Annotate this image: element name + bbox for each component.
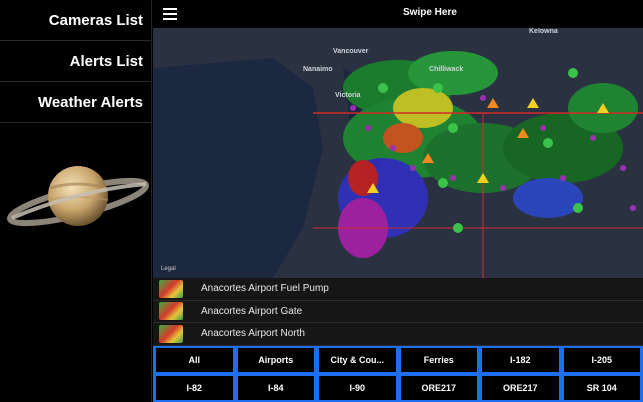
city-label-nanaimo: Nanaimo <box>303 66 333 73</box>
filter-i84-button[interactable]: I-84 <box>237 376 314 400</box>
filter-sr104-button[interactable]: SR 104 <box>563 376 640 400</box>
camera-thumbnail <box>159 279 183 298</box>
filter-ferries-button[interactable]: Ferries <box>400 348 477 372</box>
filter-city-county-button[interactable]: City & Cou... <box>319 348 396 372</box>
filter-i182-button[interactable]: I-182 <box>482 348 559 372</box>
list-item[interactable]: Anacortes Airport Gate <box>153 301 643 323</box>
map-view[interactable]: Vancouver Kelowna Nanaimo Chilliwack Vic… <box>153 28 643 278</box>
camera-name: Anacortes Airport North <box>201 328 305 340</box>
camera-name: Anacortes Airport Fuel Pump <box>201 283 329 295</box>
city-label-victoria: Victoria <box>335 92 361 99</box>
camera-name: Anacortes Airport Gate <box>201 305 303 317</box>
city-label-chilliwack: Chilliwack <box>429 66 464 73</box>
sidebar-item-cameras-list[interactable]: Cameras List <box>0 0 151 41</box>
camera-thumbnail <box>159 302 183 321</box>
saturn-logo <box>7 166 149 227</box>
list-item[interactable]: Anacortes Airport Fuel Pump <box>153 278 643 301</box>
filter-ore217-button[interactable]: ORE217 <box>400 376 477 400</box>
sidebar-item-weather-alerts[interactable]: Weather Alerts <box>0 82 151 123</box>
filter-airports-button[interactable]: Airports <box>237 348 314 372</box>
camera-thumbnail <box>159 324 183 343</box>
filter-ore217-button-2[interactable]: ORE217 <box>482 376 559 400</box>
filter-i82-button[interactable]: I-82 <box>156 376 233 400</box>
filter-bar: All Airports City & Cou... Ferries I-182… <box>153 346 643 402</box>
sidebar-item-alerts-list[interactable]: Alerts List <box>0 41 151 82</box>
city-label-kelowna: Kelowna <box>529 28 558 35</box>
filter-all-button[interactable]: All <box>156 348 233 372</box>
radar-map <box>153 28 643 278</box>
top-bar: Swipe Here <box>153 0 643 28</box>
sidebar: Cameras List Alerts List Weather Alerts <box>0 0 152 402</box>
camera-list: Anacortes Airport Fuel Pump Anacortes Ai… <box>153 278 643 346</box>
list-item[interactable]: Anacortes Airport North <box>153 323 643 346</box>
filter-i90-button[interactable]: I-90 <box>319 376 396 400</box>
map-legal-link[interactable]: Legal <box>161 266 176 272</box>
city-label-vancouver: Vancouver <box>333 48 369 55</box>
swipe-here-label[interactable]: Swipe Here <box>403 7 457 18</box>
filter-i205-button[interactable]: I-205 <box>563 348 640 372</box>
menu-icon[interactable] <box>163 8 177 20</box>
